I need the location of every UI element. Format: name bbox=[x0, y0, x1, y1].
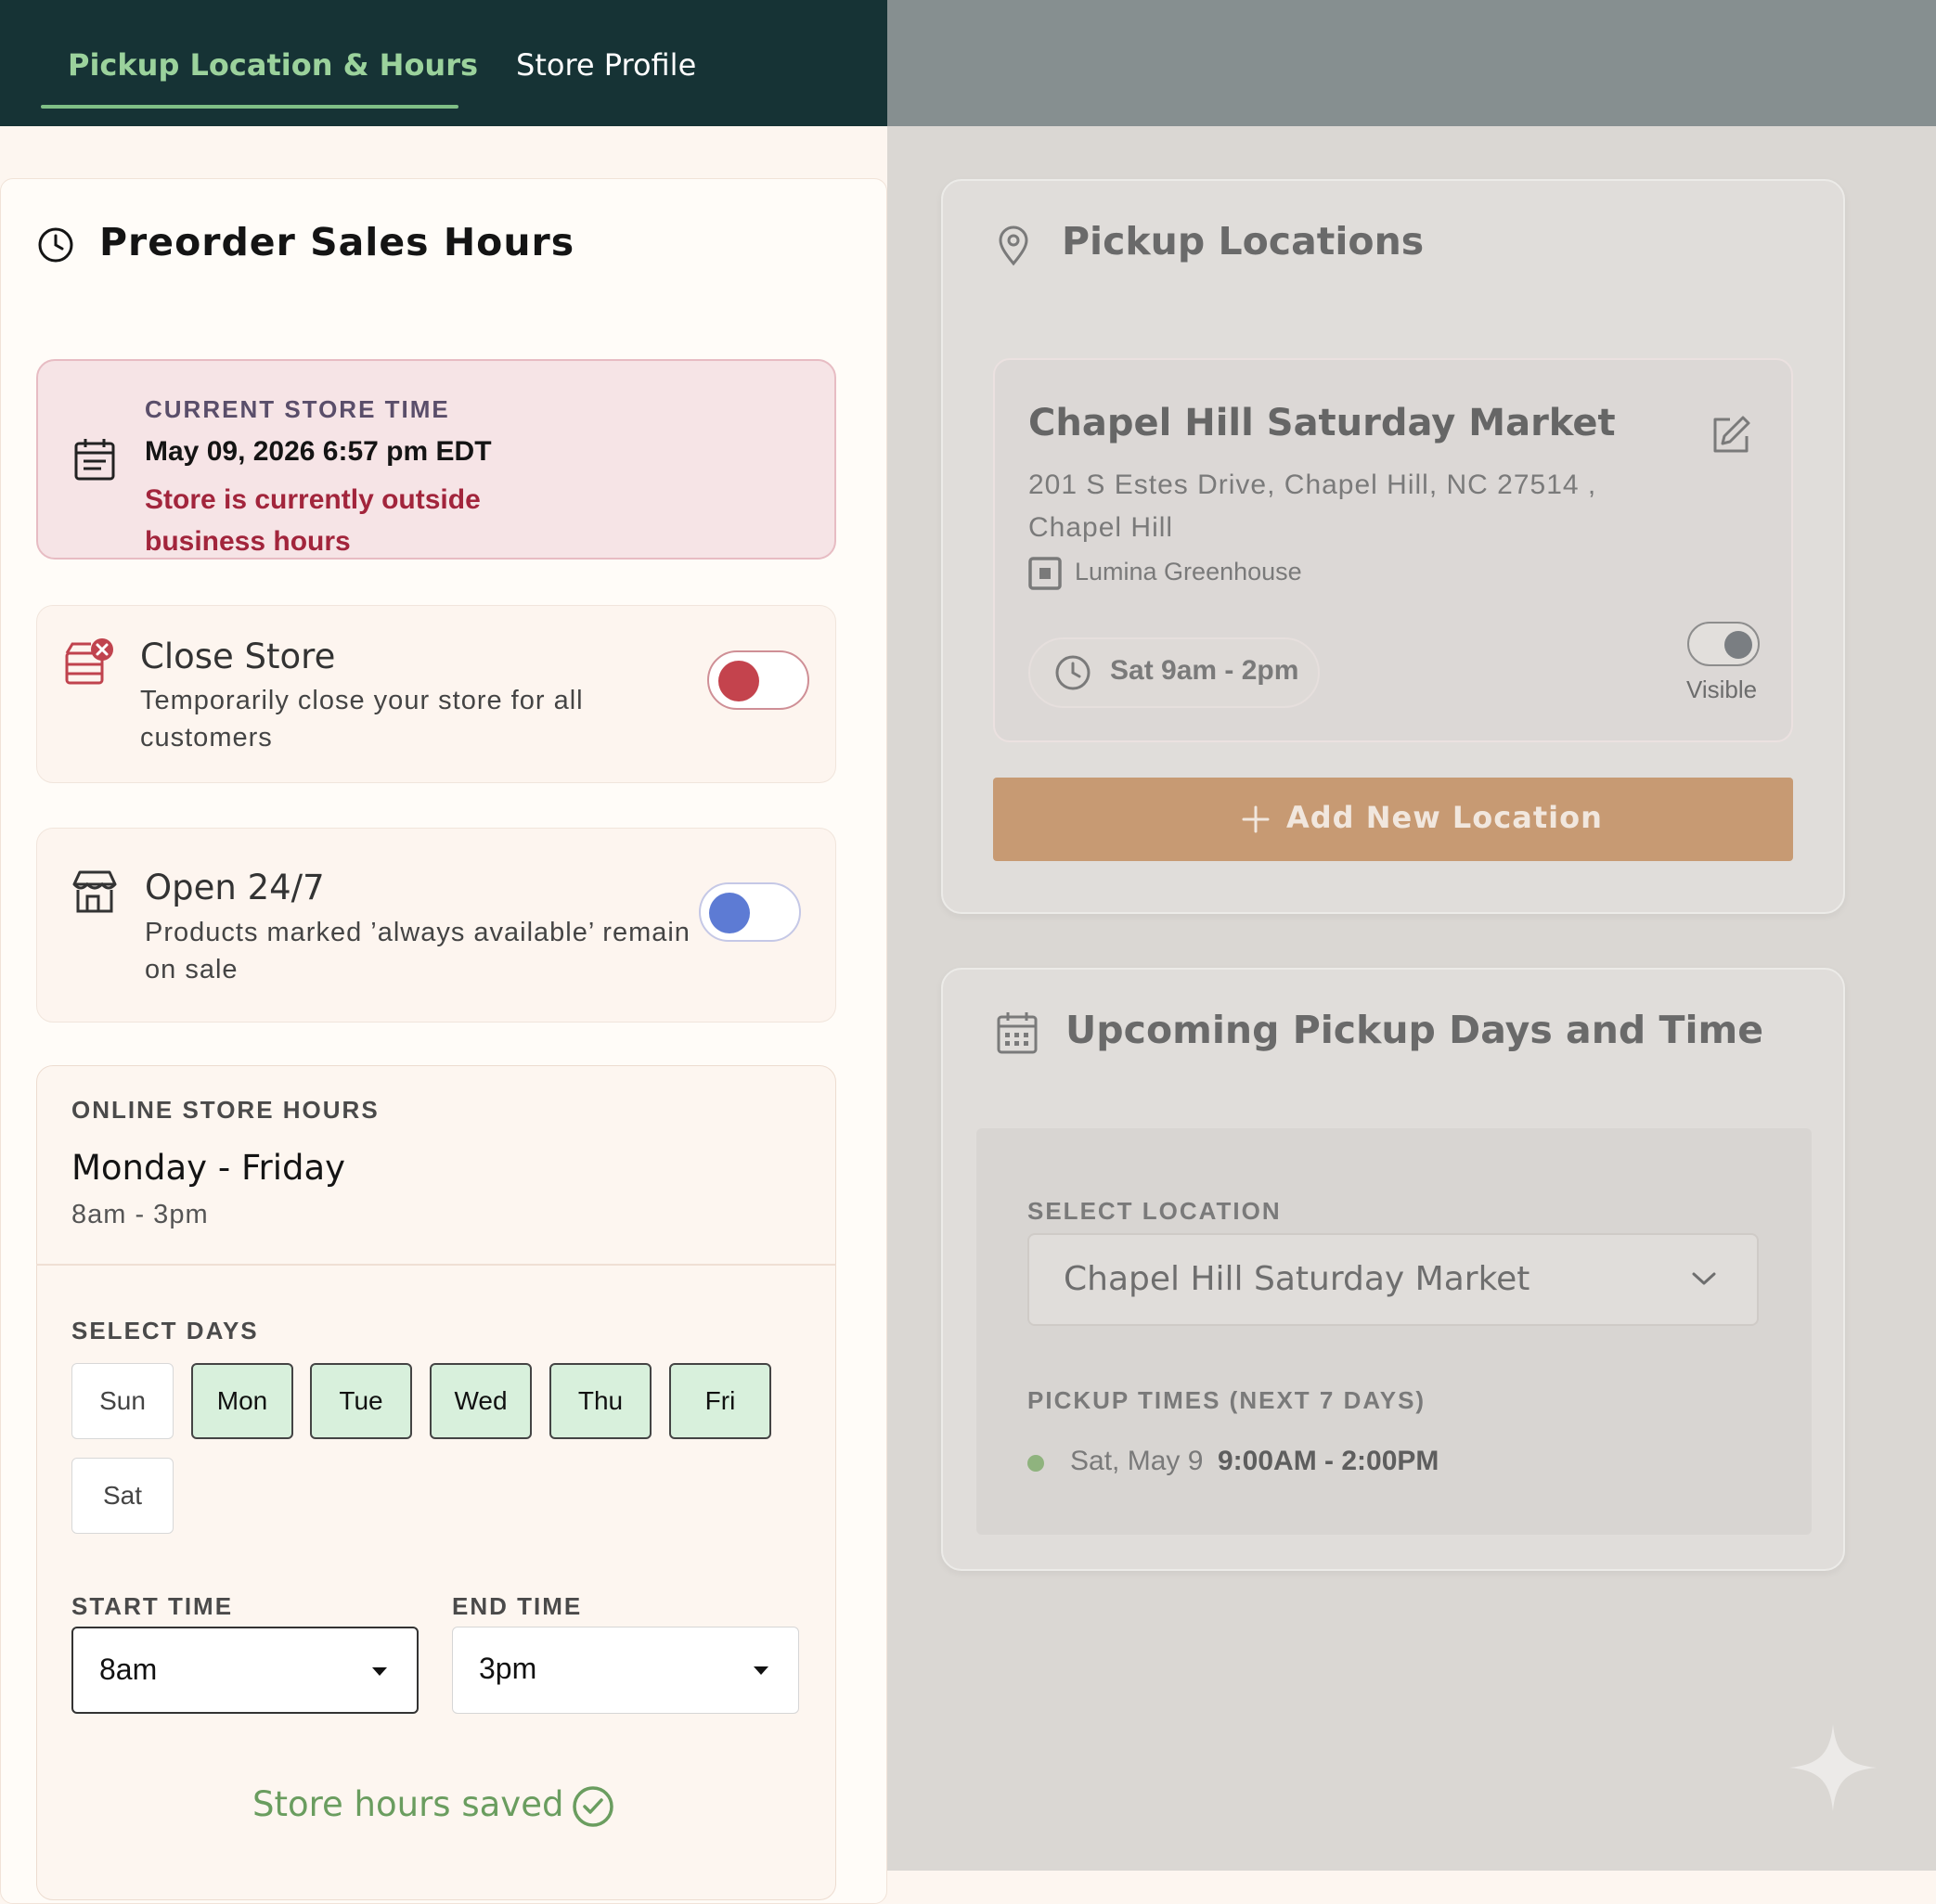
select-location-label: SELECT LOCATION bbox=[1027, 1197, 1282, 1225]
close-store-title: Close Store bbox=[140, 637, 336, 676]
calendar-icon bbox=[997, 1012, 1038, 1054]
toggle-knob bbox=[718, 661, 759, 701]
location-name: Chapel Hill Saturday Market bbox=[1028, 402, 1616, 444]
upcoming-pickup-title: Upcoming Pickup Days and Time bbox=[1065, 1008, 1764, 1052]
day-chip-fri[interactable]: Fri bbox=[669, 1363, 771, 1439]
location-hours: Sat 9am - 2pm bbox=[1110, 655, 1299, 686]
current-store-time-label: CURRENT STORE TIME bbox=[145, 395, 450, 423]
online-store-hours-label: ONLINE STORE HOURS bbox=[71, 1096, 380, 1124]
plus-icon bbox=[1242, 805, 1270, 833]
start-time-select[interactable]: 8am bbox=[71, 1627, 419, 1714]
tab-store-profile[interactable]: Store Profile bbox=[516, 46, 696, 84]
day-chip-thu[interactable]: Thu bbox=[549, 1363, 652, 1439]
caret-down-icon bbox=[754, 1666, 768, 1675]
chevron-down-icon bbox=[1692, 1272, 1716, 1285]
online-store-hours-days: Monday - Friday bbox=[71, 1148, 346, 1188]
active-tab-indicator bbox=[41, 105, 458, 109]
open-24-7-title: Open 24/7 bbox=[145, 868, 325, 907]
toggle-knob bbox=[1724, 631, 1752, 659]
close-store-toggle[interactable] bbox=[707, 650, 809, 710]
location-select-value: Chapel Hill Saturday Market bbox=[1064, 1260, 1530, 1298]
pickup-time: 9:00AM - 2:00PM bbox=[1218, 1446, 1439, 1476]
edit-icon[interactable] bbox=[1710, 414, 1752, 457]
end-time-label: END TIME bbox=[452, 1592, 583, 1620]
location-pin-icon bbox=[999, 225, 1028, 266]
store-status-message: Store is currently outside business hour… bbox=[145, 484, 481, 557]
select-days-label: SELECT DAYS bbox=[71, 1317, 259, 1344]
pickup-day: Sat, May 9 bbox=[1070, 1446, 1204, 1476]
dimmed-overlay-header bbox=[887, 0, 1936, 126]
clock-icon bbox=[38, 227, 73, 263]
clock-icon bbox=[1055, 655, 1091, 690]
location-address: 201 S Estes Drive, Chapel Hill, NC 27514… bbox=[1028, 470, 1597, 543]
panel-title: Preorder Sales Hours bbox=[99, 220, 575, 264]
day-chip-tue[interactable]: Tue bbox=[310, 1363, 412, 1439]
add-new-location-label: Add New Location bbox=[1286, 800, 1603, 835]
status-dot bbox=[1027, 1455, 1044, 1472]
day-chip-sat[interactable]: Sat bbox=[71, 1458, 174, 1534]
visible-label: Visible bbox=[1686, 675, 1758, 703]
open-24-7-description: Products marked ’always available’ remai… bbox=[145, 918, 691, 984]
vendor-icon bbox=[1028, 557, 1062, 590]
start-time-value: 8am bbox=[99, 1653, 158, 1686]
end-time-select[interactable]: 3pm bbox=[452, 1627, 799, 1714]
store-closed-icon bbox=[65, 638, 113, 685]
toggle-knob bbox=[709, 893, 750, 933]
divider bbox=[36, 1264, 836, 1266]
tab-pickup-location-hours[interactable]: Pickup Location & Hours bbox=[68, 46, 478, 84]
online-store-hours-time: 8am - 3pm bbox=[71, 1200, 209, 1229]
day-chip-wed[interactable]: Wed bbox=[430, 1363, 532, 1439]
close-store-description: Temporarily close your store for all cus… bbox=[140, 686, 584, 753]
saved-confirmation: Store hours saved bbox=[252, 1784, 564, 1824]
check-circle-icon bbox=[573, 1786, 613, 1827]
sparkle-icon bbox=[1789, 1724, 1877, 1811]
pickup-times-label: PICKUP TIMES (NEXT 7 DAYS) bbox=[1027, 1386, 1426, 1414]
caret-down-icon bbox=[372, 1667, 387, 1676]
calendar-icon bbox=[74, 439, 115, 481]
end-time-value: 3pm bbox=[479, 1652, 537, 1685]
day-chip-sun[interactable]: Sun bbox=[71, 1363, 174, 1439]
open-24-7-toggle[interactable] bbox=[699, 882, 801, 942]
visible-toggle[interactable] bbox=[1687, 622, 1760, 666]
location-vendor: Lumina Greenhouse bbox=[1075, 558, 1302, 585]
pickup-locations-title: Pickup Locations bbox=[1062, 219, 1425, 264]
day-chip-mon[interactable]: Mon bbox=[191, 1363, 293, 1439]
current-store-time-value: May 09, 2026 6:57 pm EDT bbox=[145, 436, 492, 467]
start-time-label: START TIME bbox=[71, 1592, 234, 1620]
storefront-icon bbox=[72, 870, 117, 913]
